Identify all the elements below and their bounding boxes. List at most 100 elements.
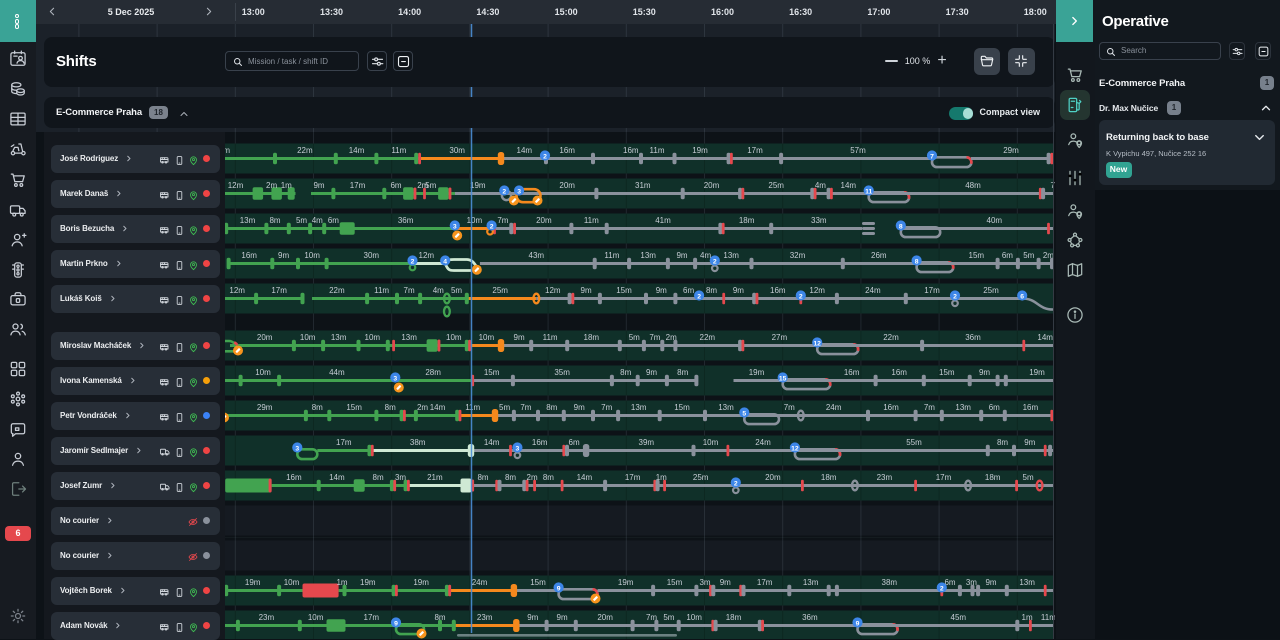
svg-text:1m: 1m — [336, 578, 347, 587]
svg-text:10m: 10m — [446, 333, 462, 342]
svg-text:8m: 8m — [706, 286, 717, 295]
svg-text:16m: 16m — [286, 473, 302, 482]
svg-text:7m: 7m — [404, 286, 415, 295]
svg-text:4m: 4m — [312, 216, 323, 225]
svg-text:39m: 39m — [639, 438, 655, 447]
svg-text:5m: 5m — [425, 181, 436, 190]
svg-text:4m: 4m — [815, 181, 826, 190]
svg-text:13m: 13m — [640, 251, 656, 260]
svg-text:10m: 10m — [686, 613, 702, 622]
svg-text:14m: 14m — [577, 473, 593, 482]
svg-text:5m: 5m — [629, 333, 640, 342]
svg-text:3m: 3m — [966, 578, 977, 587]
svg-text:6m: 6m — [328, 216, 339, 225]
svg-text:18m: 18m — [985, 473, 1001, 482]
svg-text:15m: 15m — [674, 403, 690, 412]
svg-text:9m: 9m — [557, 613, 568, 622]
svg-text:17m: 17m — [336, 438, 352, 447]
svg-text:16m: 16m — [559, 146, 575, 155]
svg-text:14m: 14m — [329, 473, 345, 482]
svg-text:30m: 30m — [449, 146, 465, 155]
svg-text:8m: 8m — [477, 473, 488, 482]
svg-text:5m: 5m — [451, 286, 462, 295]
svg-text:19m: 19m — [1029, 368, 1045, 377]
svg-text:2: 2 — [502, 188, 506, 195]
svg-text:7m: 7m — [649, 333, 660, 342]
svg-text:20m: 20m — [765, 473, 781, 482]
svg-text:10m: 10m — [479, 333, 495, 342]
svg-text:13m: 13m — [401, 333, 417, 342]
svg-text:3: 3 — [393, 375, 397, 382]
svg-text:23m: 23m — [259, 613, 275, 622]
svg-text:55m: 55m — [906, 438, 922, 447]
svg-text:9m: 9m — [646, 368, 657, 377]
svg-text:9m: 9m — [574, 403, 585, 412]
svg-text:29m: 29m — [1003, 146, 1019, 155]
svg-text:14m: 14m — [841, 181, 857, 190]
svg-text:17m: 17m — [747, 146, 763, 155]
svg-text:38m: 38m — [410, 438, 426, 447]
svg-text:9m: 9m — [676, 251, 687, 260]
svg-text:2: 2 — [734, 480, 738, 487]
svg-text:23m: 23m — [477, 613, 493, 622]
svg-text:25m: 25m — [693, 473, 709, 482]
svg-text:20m: 20m — [597, 613, 613, 622]
svg-text:15m: 15m — [530, 578, 546, 587]
svg-text:25m: 25m — [983, 286, 999, 295]
svg-text:12m: 12m — [228, 181, 244, 190]
svg-text:9m: 9m — [278, 251, 289, 260]
svg-text:24m: 24m — [755, 438, 771, 447]
svg-text:8m: 8m — [434, 613, 445, 622]
svg-text:45m: 45m — [951, 613, 967, 622]
svg-text:6m: 6m — [569, 438, 580, 447]
svg-text:13m: 13m — [240, 216, 256, 225]
svg-text:23m: 23m — [877, 473, 893, 482]
svg-text:9m: 9m — [985, 578, 996, 587]
svg-text:13m: 13m — [631, 403, 647, 412]
svg-text:19m: 19m — [245, 578, 261, 587]
svg-text:18m: 18m — [726, 613, 742, 622]
svg-text:9: 9 — [394, 620, 398, 627]
svg-text:2: 2 — [543, 153, 547, 160]
svg-text:24m: 24m — [826, 403, 842, 412]
svg-text:9: 9 — [557, 585, 561, 592]
svg-text:12m: 12m — [419, 251, 435, 260]
svg-text:2: 2 — [490, 223, 494, 230]
svg-text:4: 4 — [443, 258, 447, 265]
svg-text:38m: 38m — [882, 578, 898, 587]
svg-text:20m: 20m — [257, 333, 273, 342]
svg-text:11m: 11m — [465, 403, 480, 412]
svg-text:20m: 20m — [559, 181, 575, 190]
svg-text:2: 2 — [953, 293, 957, 300]
svg-text:11m: 11m — [374, 286, 389, 295]
svg-text:10m: 10m — [308, 613, 324, 622]
svg-text:9: 9 — [856, 620, 860, 627]
svg-text:3: 3 — [517, 188, 521, 195]
svg-text:16m: 16m — [623, 146, 639, 155]
svg-text:2m: 2m — [666, 333, 677, 342]
svg-text:9m: 9m — [1024, 438, 1035, 447]
svg-text:14m: 14m — [430, 403, 446, 412]
svg-text:7m: 7m — [520, 403, 531, 412]
svg-text:3: 3 — [295, 445, 299, 452]
svg-text:16m: 16m — [770, 286, 786, 295]
svg-text:48m: 48m — [965, 181, 981, 190]
svg-text:14m: 14m — [484, 438, 500, 447]
svg-text:17m: 17m — [271, 286, 287, 295]
svg-text:17m: 17m — [364, 613, 380, 622]
svg-text:57m: 57m — [850, 146, 866, 155]
svg-text:1m: 1m — [281, 181, 292, 190]
svg-text:22m: 22m — [297, 146, 313, 155]
svg-text:7: 7 — [930, 153, 934, 160]
svg-text:9m: 9m — [527, 613, 538, 622]
svg-text:11: 11 — [865, 188, 872, 195]
svg-text:16m: 16m — [1023, 403, 1039, 412]
svg-text:40m: 40m — [987, 216, 1003, 225]
svg-text:8m: 8m — [269, 216, 280, 225]
svg-text:13m: 13m — [803, 578, 819, 587]
svg-text:3: 3 — [453, 223, 457, 230]
svg-text:19m: 19m — [470, 181, 486, 190]
svg-text:2: 2 — [799, 293, 803, 300]
svg-text:15m: 15m — [484, 368, 500, 377]
svg-text:6m: 6m — [683, 286, 694, 295]
